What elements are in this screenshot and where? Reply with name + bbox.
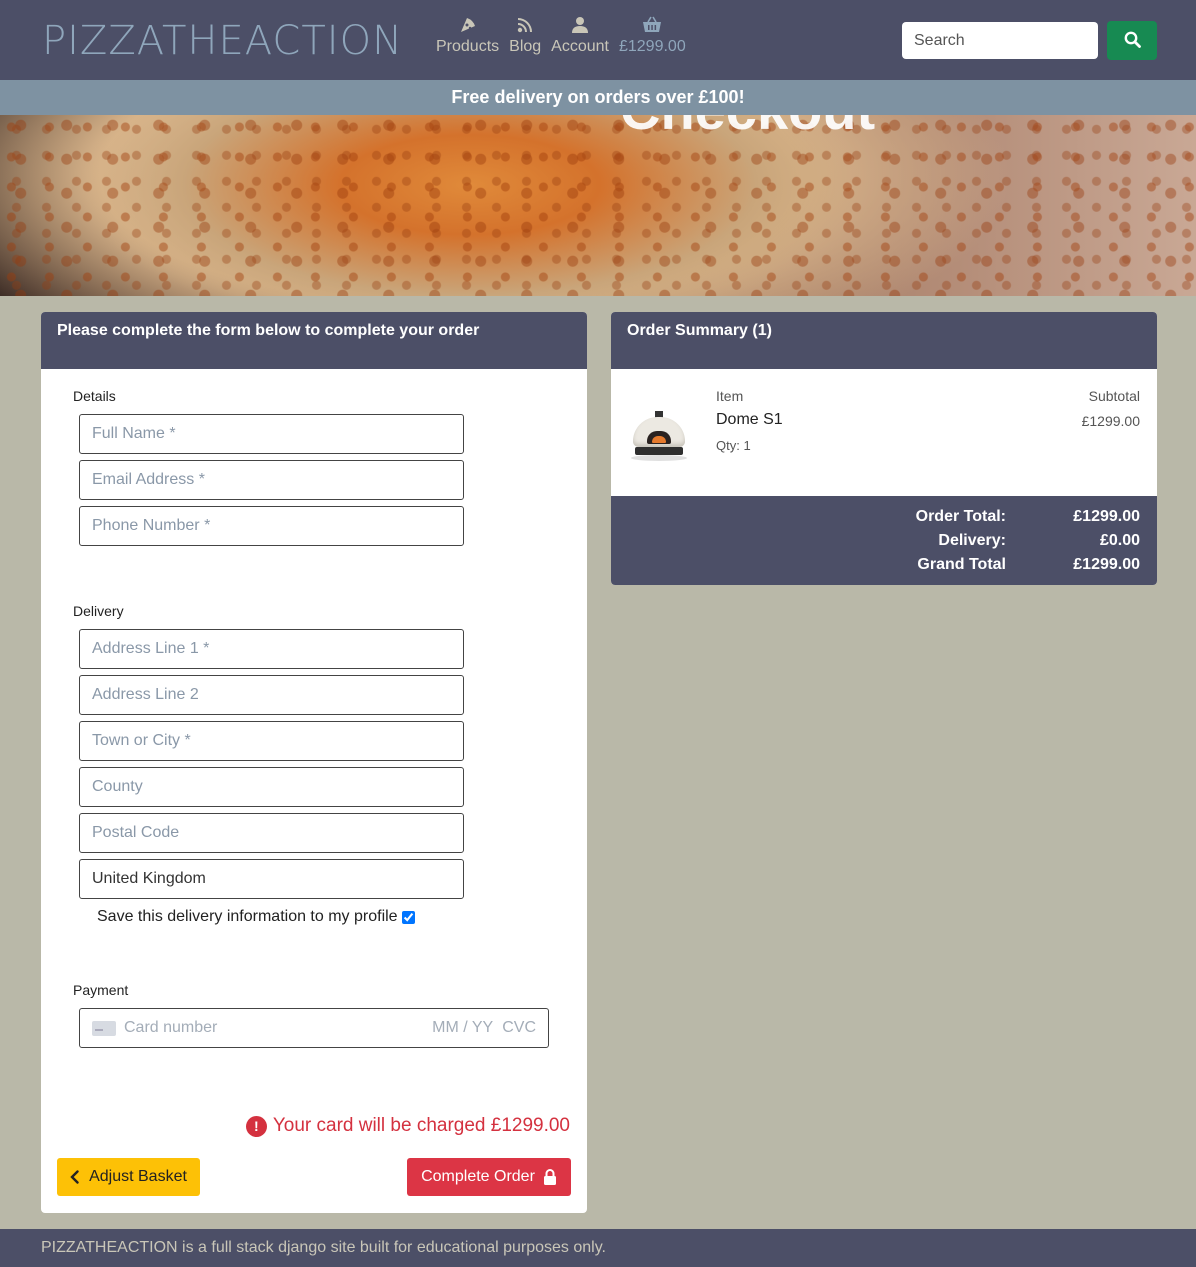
subtotal-column-header: Subtotal xyxy=(1088,388,1140,404)
card-cvc-placeholder: CVC xyxy=(502,1019,536,1036)
county-input[interactable] xyxy=(79,767,464,807)
user-icon xyxy=(570,14,590,36)
exclamation-circle-icon: ! xyxy=(245,1115,267,1137)
complete-order-button[interactable]: Complete Order xyxy=(407,1158,571,1196)
pizza-slice-icon xyxy=(458,14,478,36)
summary-header: Order Summary (1) xyxy=(611,312,1157,369)
order-total-label: Order Total: xyxy=(915,508,1006,525)
lock-icon xyxy=(543,1169,557,1185)
card-expiry-placeholder: MM / YY xyxy=(432,1019,494,1036)
save-info-row: Save this delivery information to my pro… xyxy=(97,908,415,926)
basket-icon xyxy=(642,14,662,36)
nav-blog[interactable]: Blog xyxy=(509,14,541,56)
search-icon xyxy=(1124,31,1141,51)
adjust-basket-label: Adjust Basket xyxy=(89,1168,187,1185)
charge-warning-text: Your card will be charged £1299.00 xyxy=(272,1115,570,1136)
checkout-form-card: Please complete the form below to comple… xyxy=(41,312,587,1213)
order-summary-card: Order Summary (1) Item Subtotal Dome S1 … xyxy=(611,312,1157,585)
summary-items: Item Subtotal Dome S1 Qty: 1 £1299.00 xyxy=(611,369,1157,496)
form-card-header: Please complete the form below to comple… xyxy=(41,312,587,369)
nav-account[interactable]: Account xyxy=(551,14,609,56)
nav-products-label: Products xyxy=(436,38,500,55)
search-input[interactable] xyxy=(902,22,1098,59)
payment-label: Payment xyxy=(73,982,129,998)
nav-basket-total: £1299.00 xyxy=(618,38,686,55)
product-name: Dome S1 xyxy=(716,411,783,428)
address-line2-input[interactable] xyxy=(79,675,464,715)
item-column-header: Item xyxy=(716,388,744,404)
nav-products[interactable]: Products xyxy=(436,14,499,56)
postcode-input[interactable] xyxy=(79,813,464,853)
product-subtotal: £1299.00 xyxy=(1081,413,1140,429)
brand-logo[interactable]: PIZZATHEACTION xyxy=(42,18,403,64)
delivery-banner: Free delivery on orders over £100! xyxy=(0,80,1196,115)
chevron-left-icon xyxy=(70,1170,79,1184)
grand-total-value: £1299.00 xyxy=(1073,556,1140,573)
full-name-input[interactable] xyxy=(79,414,464,454)
grand-total-label: Grand Total xyxy=(917,556,1006,573)
delivery-cost-value: £0.00 xyxy=(1099,532,1140,549)
order-total-value: £1299.00 xyxy=(1073,508,1140,525)
adjust-basket-button[interactable]: Adjust Basket xyxy=(57,1158,200,1196)
navbar: PIZZATHEACTION Products Blog Account £12… xyxy=(0,0,1196,80)
nav-basket[interactable]: £1299.00 xyxy=(619,14,686,56)
nav-links: Products Blog Account £1299.00 xyxy=(436,14,696,56)
address-line1-input[interactable] xyxy=(79,629,464,669)
phone-input[interactable] xyxy=(79,506,464,546)
credit-card-icon xyxy=(92,1020,116,1036)
card-element[interactable]: Card number MM / YY CVC xyxy=(79,1008,549,1048)
details-label: Details xyxy=(73,388,116,404)
product-image-dome-s1[interactable] xyxy=(629,411,691,463)
email-input[interactable] xyxy=(79,460,464,500)
search-button[interactable] xyxy=(1107,21,1157,60)
complete-order-label: Complete Order xyxy=(421,1168,535,1185)
card-number-placeholder: Card number xyxy=(124,1019,218,1036)
delivery-cost-label: Delivery: xyxy=(938,532,1006,549)
nav-account-label: Account xyxy=(551,38,609,55)
charge-warning: ! Your card will be charged £1299.00 xyxy=(245,1115,570,1137)
product-qty: Qty: 1 xyxy=(716,438,751,453)
hero-texture xyxy=(0,115,1196,296)
country-select[interactable] xyxy=(79,859,464,899)
nav-blog-label: Blog xyxy=(509,38,542,55)
save-info-checkbox[interactable] xyxy=(401,910,415,924)
hero-title: Checkout xyxy=(620,115,875,142)
delivery-label: Delivery xyxy=(73,603,124,619)
summary-totals: Order Total: £1299.00 Delivery: £0.00 Gr… xyxy=(611,496,1157,585)
rss-icon xyxy=(515,14,535,36)
hero-image: Checkout xyxy=(0,115,1196,296)
town-input[interactable] xyxy=(79,721,464,761)
site-footer: PIZZATHEACTION is a full stack django si… xyxy=(0,1229,1196,1267)
save-info-label: Save this delivery information to my pro… xyxy=(97,908,398,925)
